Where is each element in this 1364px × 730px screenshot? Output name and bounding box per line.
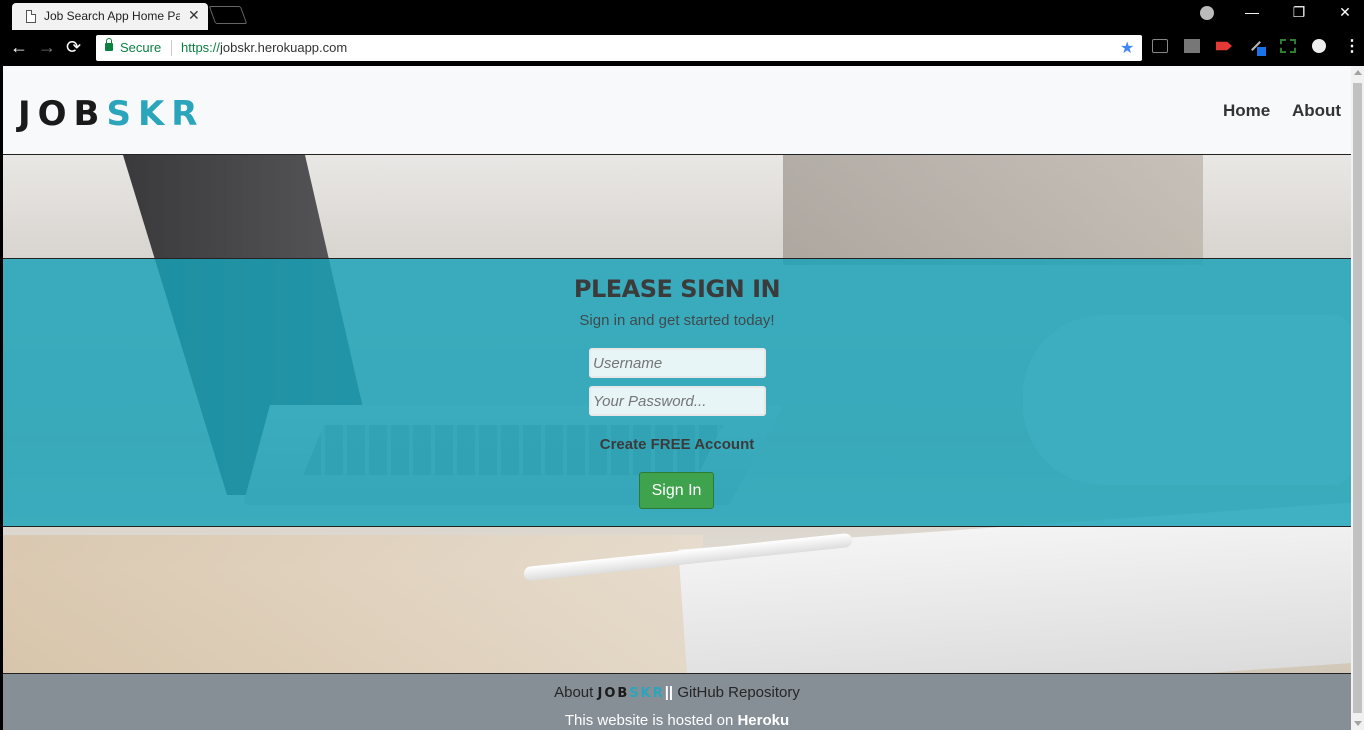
- footer-hosting: This website is hosted on Heroku: [3, 712, 1351, 729]
- scroll-down-arrow-icon[interactable]: [1354, 721, 1362, 726]
- tab-close-icon[interactable]: ✕: [188, 7, 200, 24]
- browser-menu-icon[interactable]: ⋮: [1344, 36, 1360, 56]
- divider: [171, 40, 172, 56]
- profile-icon[interactable]: [1200, 6, 1214, 20]
- forward-button[interactable]: →: [38, 37, 56, 58]
- brand-logo[interactable]: JOBSKR: [18, 94, 204, 134]
- extension-circle-icon[interactable]: [1312, 39, 1326, 53]
- hosted-text: This website is hosted on: [564, 712, 734, 729]
- bookmark-star-icon[interactable]: ★: [1120, 38, 1134, 58]
- address-bar[interactable]: Secure https://jobskr.herokuapp.com ★: [96, 35, 1142, 61]
- footer-separator: ||: [664, 684, 674, 701]
- signin-title: PLEASE SIGN IN: [573, 275, 781, 303]
- secure-label: Secure: [120, 40, 162, 55]
- brand-part-skr: SKR: [106, 94, 205, 134]
- vertical-scrollbar[interactable]: [1351, 66, 1364, 730]
- create-account-link[interactable]: Create FREE Account: [3, 436, 1351, 453]
- signin-panel: PLEASE SIGN IN Sign in and get started t…: [3, 258, 1351, 527]
- hero-bg-window: [783, 155, 1203, 265]
- url-text[interactable]: https://jobskr.herokuapp.com: [181, 40, 347, 55]
- footer-about-prefix: About: [554, 684, 594, 701]
- scrollbar-thumb[interactable]: [1353, 83, 1362, 713]
- page-viewport: JOBSKR Home About PLEASE SIGN IN Sign in…: [3, 66, 1364, 730]
- tab-bar: Job Search App Home Pa ✕ — ❐ ✕: [0, 0, 1364, 30]
- pen-extension-icon[interactable]: [1248, 39, 1266, 56]
- brand-part-job: JOB: [18, 94, 107, 134]
- nav-link-about[interactable]: About: [1292, 101, 1341, 121]
- cast-icon[interactable]: [1152, 39, 1168, 53]
- site-footer: About JOBSKR|| GitHub Repository This we…: [3, 673, 1351, 730]
- screenshot-extension-icon[interactable]: [1280, 39, 1296, 53]
- pdf-extension-icon[interactable]: [1184, 39, 1200, 53]
- close-window-button[interactable]: ✕: [1322, 4, 1364, 21]
- tab-title: Job Search App Home Pa: [44, 9, 180, 23]
- footer-brand-skr: SKR: [629, 686, 665, 701]
- lock-icon: [105, 38, 113, 51]
- url-scheme: https://: [181, 40, 221, 55]
- footer-brand: JOBSKR: [597, 686, 664, 701]
- back-button[interactable]: ←: [10, 37, 28, 58]
- footer-brand-job: JOB: [597, 686, 630, 701]
- page-icon: [26, 10, 36, 23]
- maximize-button[interactable]: ❐: [1276, 4, 1322, 21]
- reload-button[interactable]: ⟳: [66, 37, 81, 58]
- github-repo-link[interactable]: GitHub Repository: [677, 684, 800, 701]
- sign-in-button[interactable]: Sign In: [639, 472, 714, 509]
- site-navbar: JOBSKR Home About: [3, 66, 1351, 155]
- signin-subtitle: Sign in and get started today!: [579, 312, 775, 329]
- minimize-button[interactable]: —: [1229, 4, 1275, 20]
- page-content: JOBSKR Home About PLEASE SIGN IN Sign in…: [3, 66, 1351, 730]
- browser-tab[interactable]: Job Search App Home Pa ✕: [12, 3, 208, 30]
- browser-window: Job Search App Home Pa ✕ — ❐ ✕ ← → ⟳ Sec…: [0, 0, 1364, 730]
- hero-bg-desk: [3, 535, 703, 673]
- browser-toolbar: ← → ⟳ Secure https://jobskr.herokuapp.co…: [0, 30, 1364, 66]
- heroku-link[interactable]: Heroku: [737, 712, 789, 729]
- video-extension-icon[interactable]: [1216, 41, 1232, 51]
- url-host: jobskr.herokuapp.com: [220, 40, 348, 55]
- username-input[interactable]: [589, 348, 766, 378]
- nav-link-home[interactable]: Home: [1223, 101, 1270, 121]
- new-tab-button[interactable]: [208, 6, 248, 24]
- scroll-up-arrow-icon[interactable]: [1354, 70, 1362, 75]
- password-input[interactable]: [589, 386, 766, 416]
- footer-about-link[interactable]: About JOBSKR: [554, 684, 665, 701]
- footer-links: About JOBSKR|| GitHub Repository: [3, 684, 1351, 701]
- hero-section: PLEASE SIGN IN Sign in and get started t…: [3, 155, 1351, 673]
